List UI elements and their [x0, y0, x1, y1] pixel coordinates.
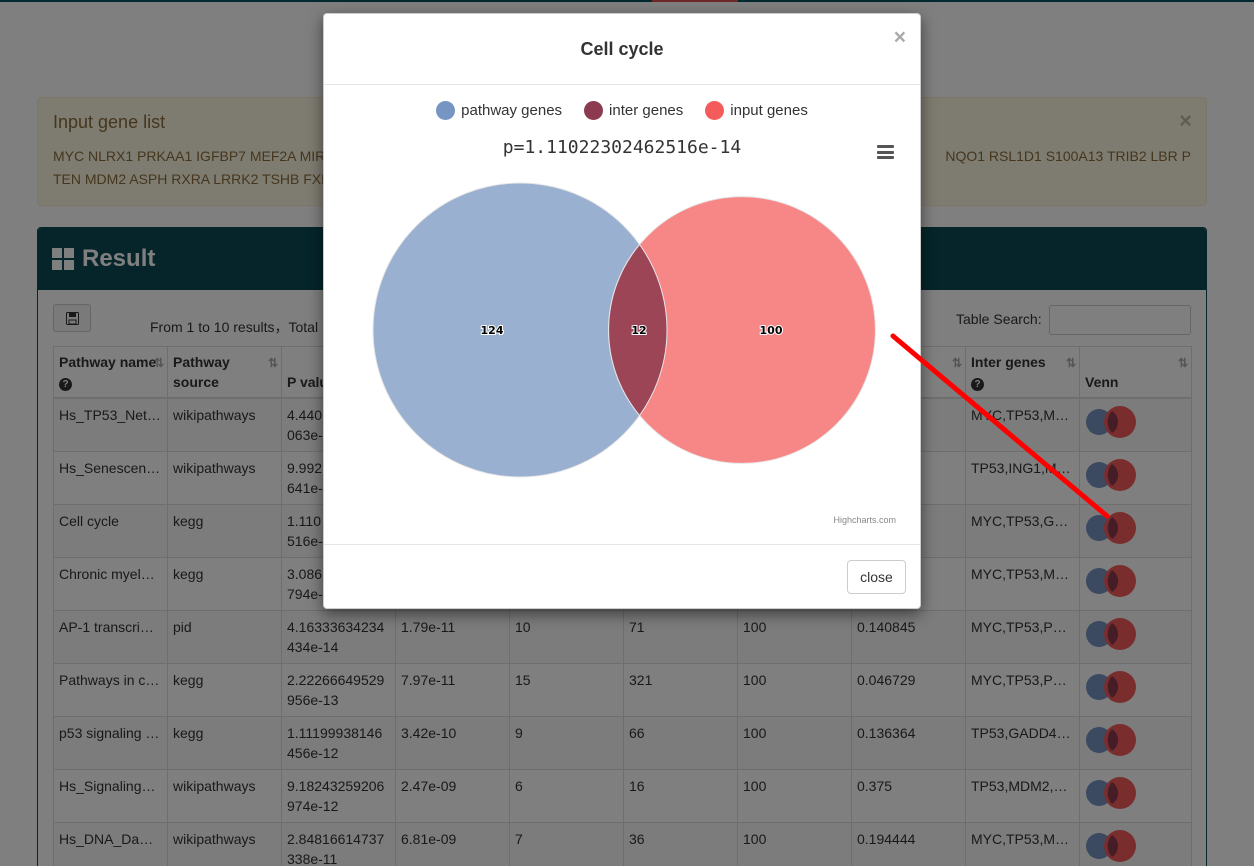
modal-header: Cell cycle ×	[324, 14, 920, 85]
chart-title: p=1.11022302462516e-14	[502, 137, 742, 158]
modal-close-icon[interactable]: ×	[894, 26, 906, 50]
venn-value-label: 124	[481, 324, 504, 337]
legend-item[interactable]: inter genes	[584, 101, 683, 120]
page: Input gene list MYC NLRX1 PRKAA1 IGFBP7 …	[0, 0, 1254, 866]
legend-label: inter genes	[609, 102, 684, 119]
venn-modal: Cell cycle × 124 12 100 pathway genes inter…	[323, 13, 921, 609]
chart-credits[interactable]: Highcharts.com	[833, 515, 896, 525]
legend-dot-icon	[584, 101, 604, 120]
modal-body: 124 12 100 pathway genes inter genes input g…	[324, 85, 920, 545]
modal-footer: close	[324, 544, 920, 608]
legend-label: pathway genes	[461, 102, 563, 119]
chart-menu-icon[interactable]	[877, 145, 894, 159]
legend-dot-icon	[705, 101, 725, 120]
legend-label: input genes	[730, 102, 808, 119]
venn-value-label: 12	[631, 324, 646, 337]
modal-title: Cell cycle	[580, 39, 664, 59]
legend-item[interactable]: input genes	[705, 101, 808, 120]
legend-item[interactable]: pathway genes	[436, 101, 562, 120]
legend-dot-icon	[436, 101, 456, 120]
close-button[interactable]: close	[847, 560, 906, 594]
venn-value-label: 100	[760, 324, 783, 337]
chart-legend: pathway genes inter genes input genes	[324, 101, 920, 120]
